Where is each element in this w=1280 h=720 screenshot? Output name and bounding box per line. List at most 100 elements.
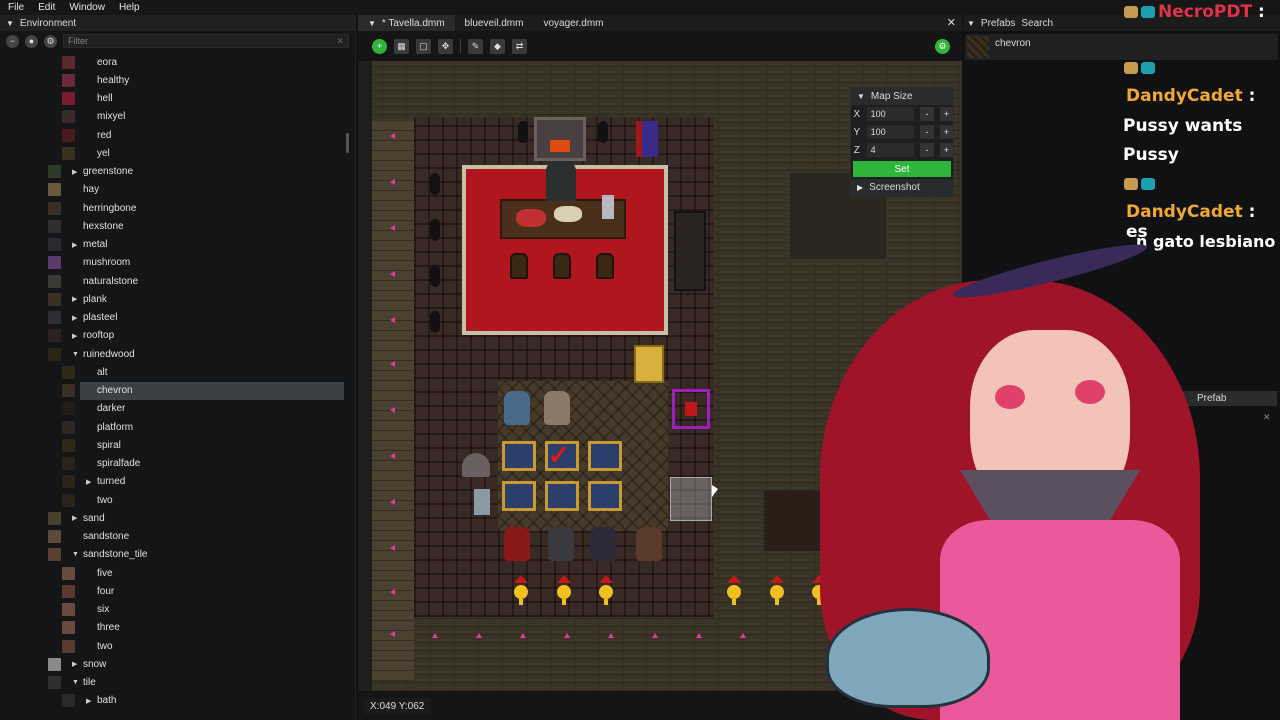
tree-item[interactable]: red [0, 126, 346, 144]
panel-menu-icon[interactable]: ▼ [967, 19, 975, 28]
tree-item[interactable]: ▶ plank [0, 290, 346, 308]
environment-header[interactable]: ▼ Environment [0, 15, 355, 31]
tree-item[interactable]: ▶ bath [0, 692, 346, 710]
tab-menu-icon[interactable]: ▼ [368, 19, 376, 28]
tree-item[interactable]: ▼ ruinedwood [0, 345, 346, 363]
gear-icon[interactable]: ⚙ [44, 34, 57, 48]
tree-item[interactable]: four [0, 582, 346, 600]
tree-item[interactable]: healthy [0, 71, 346, 89]
chat-message: Pussy wants [1123, 116, 1243, 136]
tree-item[interactable]: ▶ turned [0, 473, 346, 491]
window [598, 121, 608, 143]
tree-item[interactable]: ▶ metal [0, 236, 346, 254]
collapse-icon[interactable]: ▼ [857, 92, 865, 101]
tree-item[interactable]: ▶ greenstone [0, 163, 346, 181]
cursor-coords: X:049 Y:062 [364, 698, 431, 714]
plus-icon[interactable]: + [939, 125, 953, 139]
chevron-down-icon[interactable]: ▼ [72, 679, 79, 686]
tree-item[interactable]: spiral [0, 436, 346, 454]
chevron-right-icon[interactable]: ▶ [72, 332, 77, 340]
tab-search[interactable]: Search [1021, 18, 1053, 29]
chevron-right-icon[interactable]: ▶ [72, 314, 77, 322]
collapse-icon[interactable]: ▼ [6, 19, 14, 28]
collapse-all-icon[interactable]: − [6, 34, 19, 48]
texture-swatch-icon [48, 548, 61, 562]
minus-icon[interactable]: - [920, 107, 934, 121]
tree-item[interactable]: six [0, 601, 346, 619]
tree-item[interactable]: three [0, 619, 346, 637]
tree-item[interactable]: mushroom [0, 254, 346, 272]
eraser-icon[interactable]: ◆ [490, 38, 505, 54]
minus-icon[interactable]: - [920, 125, 934, 139]
tab-tavella[interactable]: ▼ * Tavella.dmm [358, 15, 455, 31]
filter-placeholder: Filter [68, 36, 88, 46]
tree-scrollbar[interactable] [346, 133, 349, 153]
set-button[interactable]: Set [853, 161, 951, 177]
z-field[interactable]: 4 [866, 143, 915, 157]
chevron-right-icon[interactable]: ▶ [86, 478, 91, 486]
grid-icon[interactable]: ▦ [394, 38, 409, 54]
tree-item[interactable]: naturalstone [0, 272, 346, 290]
filter-input[interactable]: Filter ✕ [63, 34, 349, 48]
screenshot-header[interactable]: ▶ Screenshot [851, 179, 953, 196]
plus-icon[interactable]: + [939, 107, 953, 121]
tree-item[interactable]: darker [0, 400, 346, 418]
chevron-right-icon[interactable]: ▶ [72, 241, 77, 249]
menu-window[interactable]: Window [69, 2, 105, 13]
tab-blueveil[interactable]: blueveil.dmm [455, 15, 534, 31]
tree-item[interactable]: ▶ sand [0, 509, 346, 527]
pencil-icon[interactable]: ✎ [468, 38, 483, 54]
tree-item[interactable]: two [0, 491, 346, 509]
clear-filter-icon[interactable]: ✕ [336, 36, 344, 47]
tree-item[interactable]: ▶ plasteel [0, 309, 346, 327]
tree-item[interactable]: platform [0, 418, 346, 436]
chevron-right-icon[interactable]: ▶ [86, 697, 91, 705]
tree-item[interactable]: sandstone [0, 528, 346, 546]
tree-item[interactable]: ▶ snow [0, 655, 346, 673]
chevron-right-icon[interactable]: ▶ [72, 514, 77, 522]
select-icon[interactable]: ▢ [416, 38, 431, 54]
tree-item[interactable]: herringbone [0, 199, 346, 217]
tree-item[interactable]: five [0, 564, 346, 582]
tree-item[interactable]: spiralfade [0, 455, 346, 473]
eye-icon[interactable]: ● [25, 34, 38, 48]
minus-icon[interactable]: - [920, 143, 934, 157]
y-field[interactable]: 100 [866, 125, 915, 139]
settings-icon[interactable]: ⚙ [935, 39, 950, 54]
chevron-down-icon[interactable]: ▼ [72, 351, 79, 358]
tree-item[interactable]: alt [0, 363, 346, 381]
tree-item[interactable]: ▶ rooftop [0, 327, 346, 345]
chevron-right-icon[interactable]: ▶ [72, 660, 77, 668]
tree-item[interactable]: chevron [62, 381, 344, 400]
chevron-down-icon[interactable]: ▼ [72, 551, 79, 558]
tree-item[interactable]: two [0, 637, 346, 655]
tree-item[interactable]: hell [0, 90, 346, 108]
tree-item[interactable]: hexstone [0, 217, 346, 235]
tree-item[interactable]: ▼ tile [0, 674, 346, 692]
add-icon[interactable]: + [372, 38, 387, 54]
tree-item[interactable]: ▼ sandstone_tile [0, 546, 346, 564]
menu-file[interactable]: File [8, 2, 24, 13]
swap-icon[interactable]: ⇄ [512, 38, 527, 54]
chevron-right-icon[interactable]: ▶ [72, 168, 77, 176]
npc-figure [504, 527, 530, 561]
map-size-header[interactable]: ▼ Map Size [851, 88, 953, 105]
close-icon[interactable]: ✕ [947, 16, 956, 29]
menu-edit[interactable]: Edit [38, 2, 55, 13]
x-field[interactable]: 100 [866, 107, 915, 121]
tree-item[interactable]: eora [0, 53, 346, 71]
expand-icon[interactable]: ▶ [857, 183, 863, 192]
tree-item[interactable]: mixyel [0, 108, 346, 126]
tree-item[interactable]: hay [0, 181, 346, 199]
move-icon[interactable]: ✥ [438, 38, 453, 54]
tab-prefabs[interactable]: Prefabs [981, 18, 1015, 29]
menu-help[interactable]: Help [119, 2, 140, 13]
tree-item[interactable]: yel [0, 144, 346, 162]
tree-item-label: spiralfade [97, 458, 141, 469]
close-icon[interactable]: ✕ [1263, 412, 1271, 423]
chevron-right-icon[interactable]: ▶ [72, 295, 77, 303]
plus-icon[interactable]: + [939, 143, 953, 157]
tree-item-label: eora [97, 56, 118, 68]
chat-message: Pussy [1123, 145, 1179, 165]
tab-voyager[interactable]: voyager.dmm [533, 15, 613, 31]
